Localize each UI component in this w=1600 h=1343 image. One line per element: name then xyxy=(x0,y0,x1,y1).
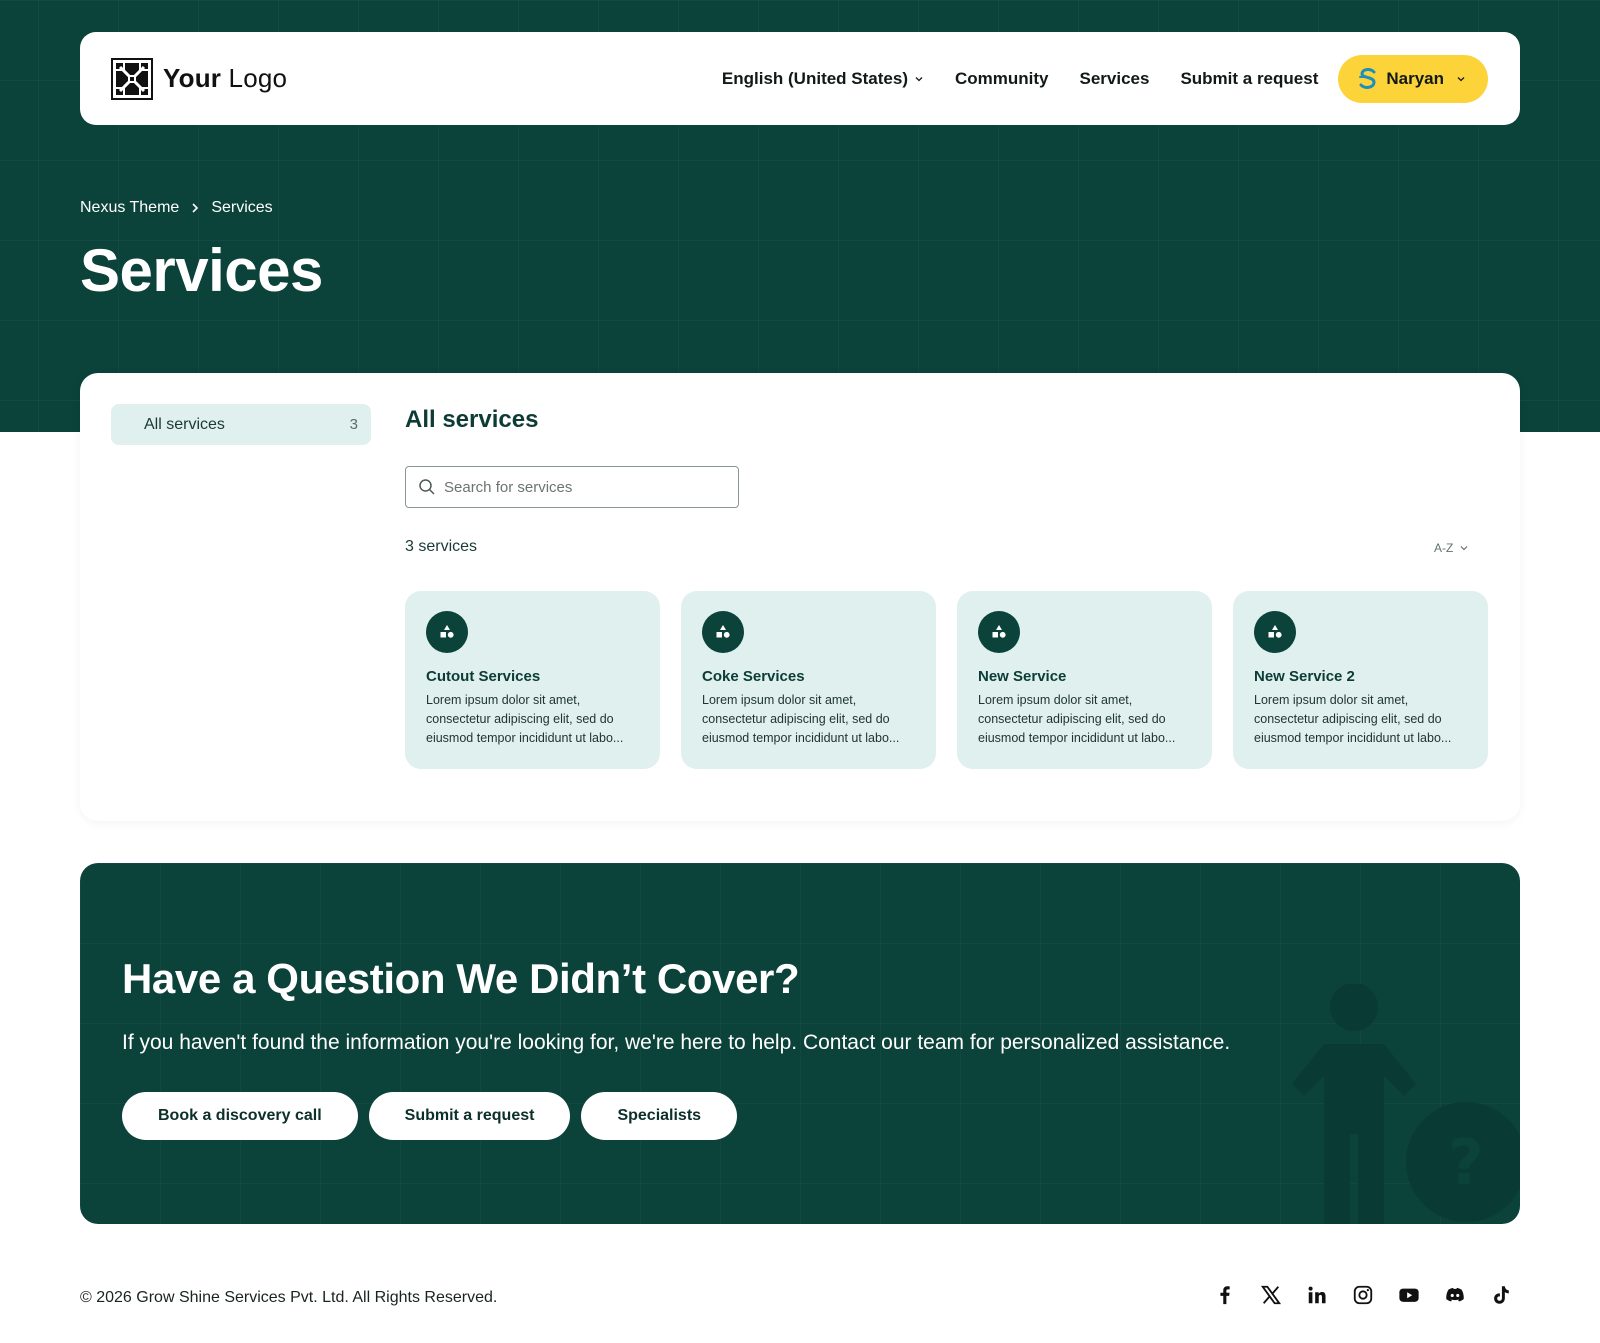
language-label: English (United States) xyxy=(721,68,908,88)
shapes-icon xyxy=(978,611,1020,653)
youtube-icon[interactable] xyxy=(1398,1284,1420,1306)
service-card-description: Lorem ipsum dolor sit amet, consectetur … xyxy=(978,693,1176,745)
language-selector[interactable]: English (United States) xyxy=(722,69,924,89)
service-card-description: Lorem ipsum dolor sit amet, consectetur … xyxy=(1254,693,1452,745)
breadcrumb-current[interactable]: Services xyxy=(211,199,272,217)
contact-cta: ? Have a Question We Didn’t Cover? If yo… xyxy=(80,863,1520,1224)
breadcrumb-home[interactable]: Nexus Theme xyxy=(80,199,179,217)
sort-label: A-Z xyxy=(1434,541,1454,555)
service-card[interactable]: Coke Services Lorem ipsum dolor sit amet… xyxy=(681,591,936,769)
chevron-down-icon xyxy=(915,76,923,81)
person-question-icon: ? xyxy=(1292,984,1520,1224)
cta-title: Have a Question We Didn’t Cover? xyxy=(122,955,800,1002)
search-icon xyxy=(419,479,435,495)
services-panel: All services 3 All services 3 services A… xyxy=(80,373,1520,821)
cta-text: If you haven't found the information you… xyxy=(122,1031,1231,1054)
service-card[interactable]: New Service 2 Lorem ipsum dolor sit amet… xyxy=(1233,591,1488,769)
nav-community[interactable]: Community xyxy=(955,69,1049,89)
result-count: 3 services xyxy=(405,538,478,555)
logo-icon xyxy=(111,57,153,100)
instagram-icon[interactable] xyxy=(1352,1284,1374,1306)
cta-buttons: Book a discovery call Submit a request S… xyxy=(122,1092,738,1140)
svg-text:?: ? xyxy=(1448,1126,1484,1199)
submit-request-button[interactable]: Submit a request xyxy=(368,1092,571,1140)
service-card-title: Cutout Services xyxy=(426,668,541,685)
book-discovery-call-button[interactable]: Book a discovery call xyxy=(122,1092,358,1140)
sidebar-item-label: All services xyxy=(144,415,225,433)
breadcrumb: Nexus Theme Services xyxy=(80,199,273,217)
copyright: © 2026 Grow Shine Services Pvt. Ltd. All… xyxy=(80,1289,498,1306)
service-cards: Cutout Services Lorem ipsum dolor sit am… xyxy=(405,591,1488,769)
service-card-title: Coke Services xyxy=(702,668,805,685)
service-card-description: Lorem ipsum dolor sit amet, consectetur … xyxy=(702,693,900,745)
sidebar-item-all-services[interactable]: All services 3 xyxy=(111,404,371,445)
search-box xyxy=(405,466,739,508)
service-card[interactable]: Cutout Services Lorem ipsum dolor sit am… xyxy=(405,591,660,769)
shapes-icon xyxy=(1254,611,1296,653)
linkedin-icon[interactable] xyxy=(1306,1284,1328,1306)
x-icon[interactable] xyxy=(1260,1284,1282,1306)
user-name: Naryan xyxy=(1386,68,1444,88)
sort-dropdown[interactable]: A-Z xyxy=(1434,541,1469,555)
chevron-right-icon xyxy=(192,203,199,213)
chevron-down-icon xyxy=(1457,76,1465,81)
search-input[interactable] xyxy=(444,478,724,496)
user-menu-button[interactable]: Naryan xyxy=(1338,54,1488,103)
chevron-down-icon xyxy=(1460,546,1468,551)
page-title: Services xyxy=(80,237,323,304)
facebook-icon[interactable] xyxy=(1214,1284,1236,1306)
logo-text: Your Logo xyxy=(163,63,288,93)
avatar xyxy=(1359,67,1376,89)
service-card-title: New Service xyxy=(978,668,1067,685)
nav-submit-request[interactable]: Submit a request xyxy=(1180,69,1318,89)
site-header: Your Logo English (United States) Commun… xyxy=(80,32,1520,125)
nav-services[interactable]: Services xyxy=(1079,69,1149,89)
discord-icon[interactable] xyxy=(1444,1284,1466,1306)
shapes-icon xyxy=(426,611,468,653)
service-card[interactable]: New Service Lorem ipsum dolor sit amet, … xyxy=(957,591,1212,769)
section-title: All services xyxy=(405,406,539,433)
tiktok-icon[interactable] xyxy=(1490,1284,1512,1306)
social-links xyxy=(1214,1284,1512,1306)
site-logo[interactable]: Your Logo xyxy=(111,57,288,100)
service-card-description: Lorem ipsum dolor sit amet, consectetur … xyxy=(426,693,624,745)
main-nav: English (United States) Community Servic… xyxy=(722,54,1488,103)
shapes-icon xyxy=(702,611,744,653)
service-card-title: New Service 2 xyxy=(1254,668,1355,685)
specialists-button[interactable]: Specialists xyxy=(581,1092,738,1140)
sidebar-item-count: 3 xyxy=(349,416,358,433)
